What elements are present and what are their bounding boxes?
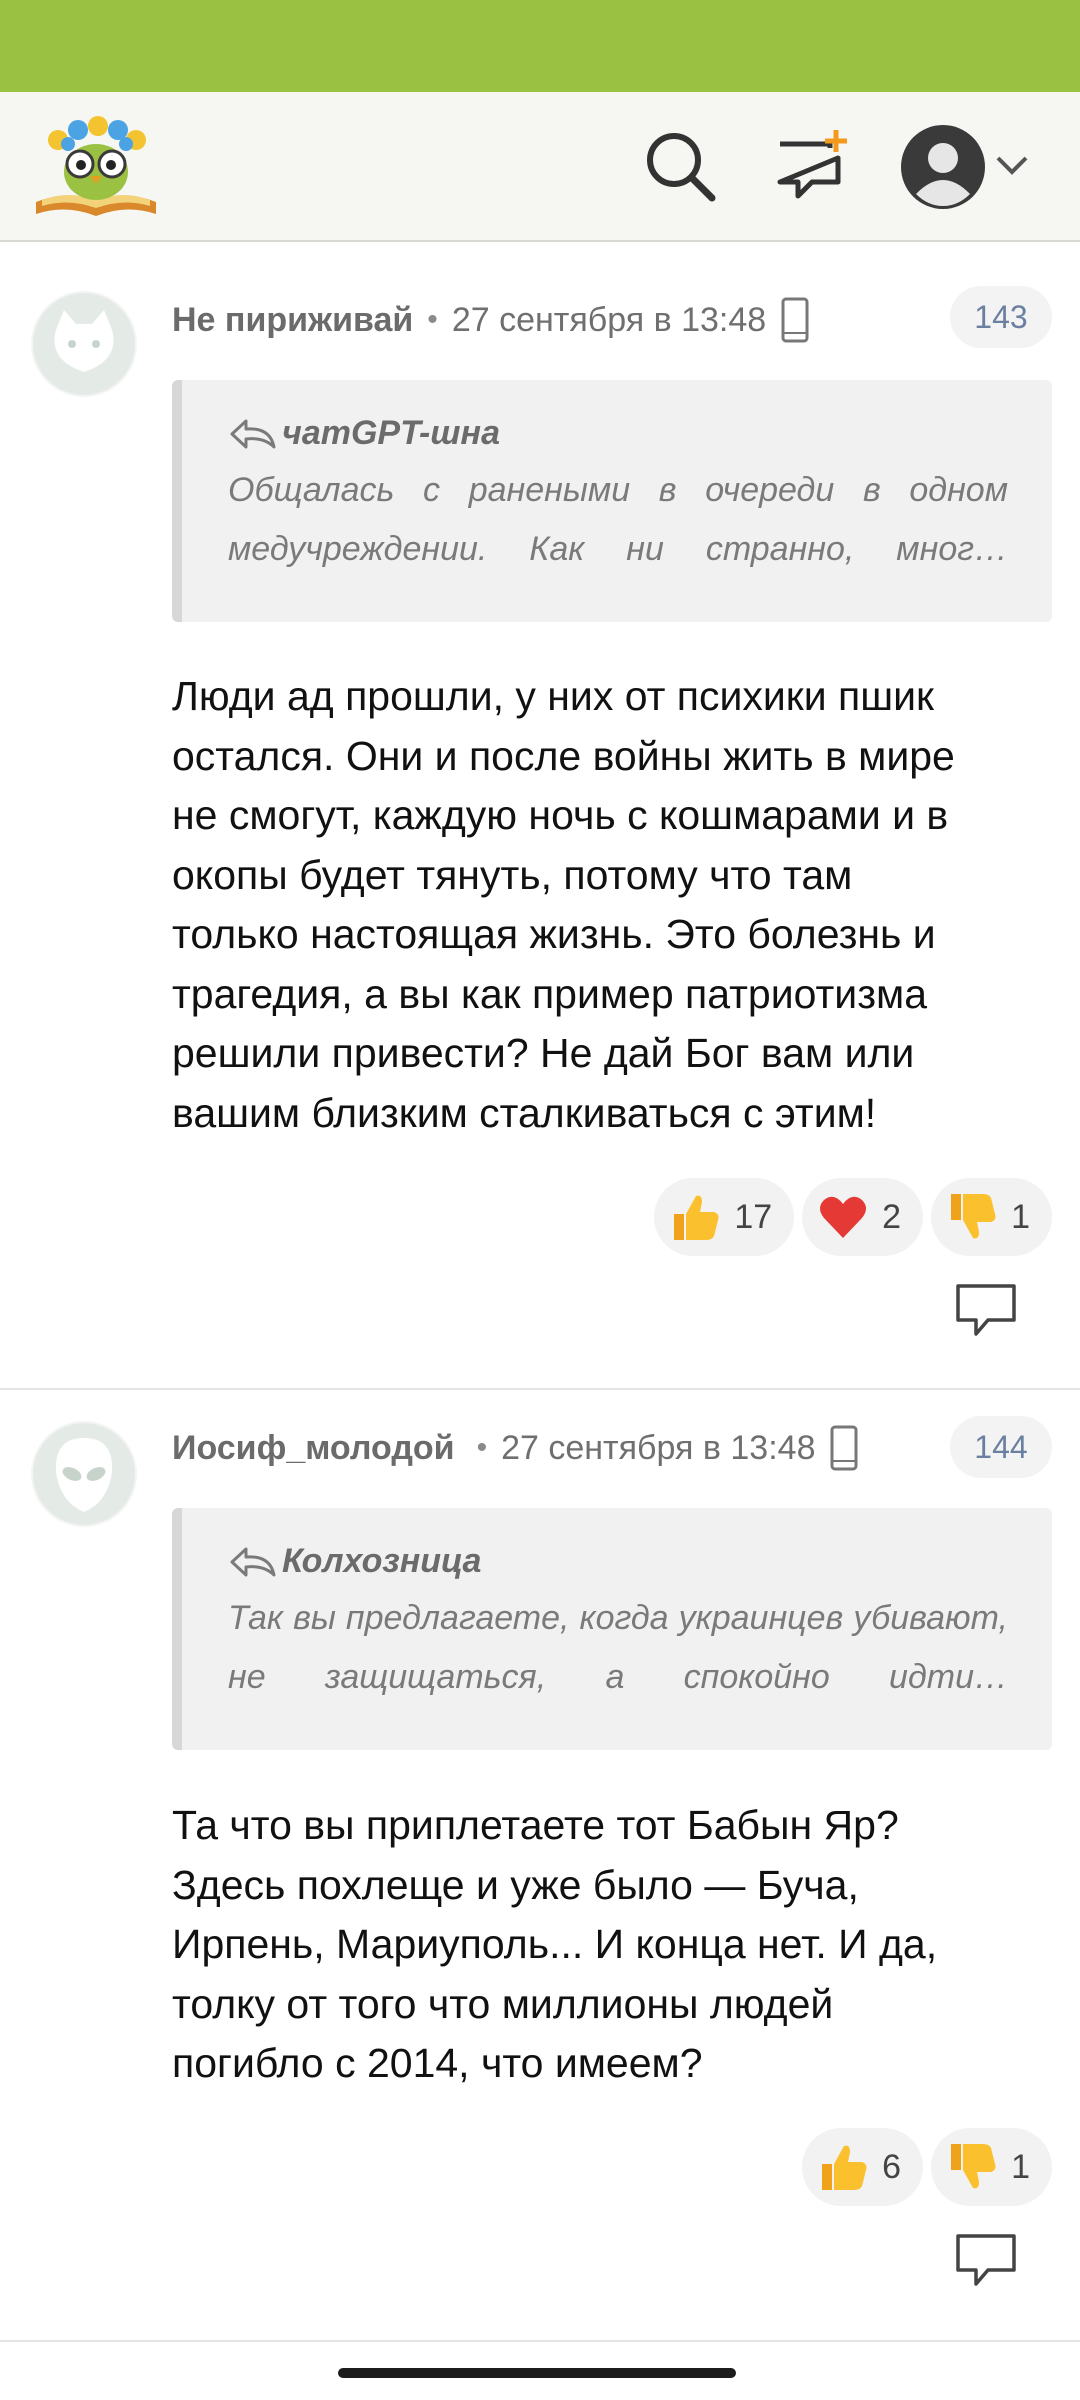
status-bar xyxy=(0,0,1080,92)
reaction-thumbs-down[interactable]: 1 xyxy=(931,1178,1052,1256)
quote-author: чатGPT-шна xyxy=(282,414,500,452)
quote-text: Общалась с ранеными в очереди в одном ме… xyxy=(228,471,1008,568)
reaction-count: 6 xyxy=(882,2147,902,2186)
reaction-count: 1 xyxy=(1011,1197,1030,1236)
quote-author: Колхозница xyxy=(282,1542,482,1580)
reaction-heart[interactable]: 2 xyxy=(802,1178,924,1256)
comment-line: Ирпень, Мариуполь... И конца нет. И да, xyxy=(172,1921,938,1967)
search-icon[interactable] xyxy=(640,126,720,206)
user-avatar-icon[interactable] xyxy=(898,122,988,212)
reaction-thumbs-down[interactable]: 1 xyxy=(931,2128,1052,2206)
reply-comment-icon[interactable] xyxy=(954,1282,1018,1338)
quoted-reply[interactable]: чатGPT-шна Общалась с ранеными в очереди… xyxy=(172,380,1052,622)
mobile-device-icon xyxy=(781,297,809,343)
comment-body: Люди ад прошли, у них от психики пшик ос… xyxy=(172,667,1052,1143)
comment-number-badge[interactable]: 143 xyxy=(950,286,1052,348)
comment-meta: Не пириживай • 27 сентября в 13:48 xyxy=(172,290,810,350)
meta-separator: • xyxy=(476,1431,488,1464)
comment-line: Здесь похлеще и уже было — Буча, xyxy=(172,1861,859,1908)
reply-comment-icon[interactable] xyxy=(954,2232,1018,2288)
comment-body: Та что вы приплетаете тот Бабын Яр? Здес… xyxy=(172,1796,1052,2094)
comment-line: окопы будет тянуть, потому что там xyxy=(172,851,853,898)
chevron-down-icon[interactable] xyxy=(994,148,1030,184)
reactions-bar: 17 2 1 xyxy=(654,1178,1052,1256)
reaction-count: 1 xyxy=(1011,2147,1030,2186)
thumbs-up-icon xyxy=(822,2145,867,2190)
quote-header: чатGPT-шна xyxy=(228,414,1008,453)
comment-line: толку от того что миллионы людей xyxy=(172,1980,834,2027)
reactions-bar: 6 1 xyxy=(802,2128,1052,2206)
comment-line: Та что вы приплетаете тот Бабын Яр? xyxy=(172,1802,899,1848)
home-indicator[interactable] xyxy=(338,2368,736,2378)
comment-divider xyxy=(0,2340,1080,2342)
comment-line: погибло с 2014, что имеем? xyxy=(172,2040,703,2086)
reply-arrow-icon xyxy=(230,1547,276,1576)
quote-header: Колхозница xyxy=(228,1542,1008,1581)
app-header xyxy=(0,92,1080,242)
alien-avatar-icon[interactable] xyxy=(30,1420,138,1528)
comment-line: Люди ад прошли, у них от психики пшик xyxy=(172,673,934,719)
owl-logo[interactable] xyxy=(32,110,160,222)
comment-line: вашим близким сталкиваться с этим! xyxy=(172,1089,877,1136)
comment-author[interactable]: Не пириживай xyxy=(172,301,413,340)
reaction-count: 2 xyxy=(882,1197,902,1236)
comment-time: 27 сентября в 13:48 xyxy=(501,1428,816,1467)
comment-number-badge[interactable]: 144 xyxy=(950,1416,1052,1478)
comment-line: остался. Они и после войны жить в мире xyxy=(172,732,955,779)
reaction-thumbs-up[interactable]: 6 xyxy=(802,2128,924,2206)
comment-meta: Иосиф_молодой • 27 сентября в 13:48 xyxy=(172,1418,859,1478)
comment-line: трагедия, а вы как пример патриотизма xyxy=(172,970,927,1017)
comment-author[interactable]: Иосиф_молодой xyxy=(172,1429,455,1468)
comment-line: только настоящая жизнь. Это болезнь и xyxy=(172,911,936,957)
comment-divider xyxy=(0,1388,1080,1390)
new-message-icon[interactable] xyxy=(772,126,852,206)
quote-text: Так вы предлагаете, когда украинцев убив… xyxy=(228,1599,1008,1696)
thumbs-down-icon xyxy=(951,1194,996,1239)
reaction-count: 17 xyxy=(734,1197,773,1236)
meta-separator: • xyxy=(427,303,438,336)
thumbs-up-icon xyxy=(674,1195,719,1240)
thumbs-down-icon xyxy=(951,2144,996,2189)
reaction-thumbs-up[interactable]: 17 xyxy=(654,1178,795,1256)
comment-line: не смогут, каждую ночь с кошмарами и в xyxy=(172,792,949,838)
reply-arrow-icon xyxy=(230,419,276,448)
quoted-reply[interactable]: Колхозница Так вы предлагаете, когда укр… xyxy=(172,1508,1052,1750)
heart-icon xyxy=(820,1196,867,1238)
comment-line: решили привести? Не дай Бог вам или xyxy=(172,1030,915,1076)
comment-time: 27 сентября в 13:48 xyxy=(451,300,767,339)
mobile-device-icon xyxy=(830,1425,858,1471)
cat-avatar-icon[interactable] xyxy=(30,290,138,398)
